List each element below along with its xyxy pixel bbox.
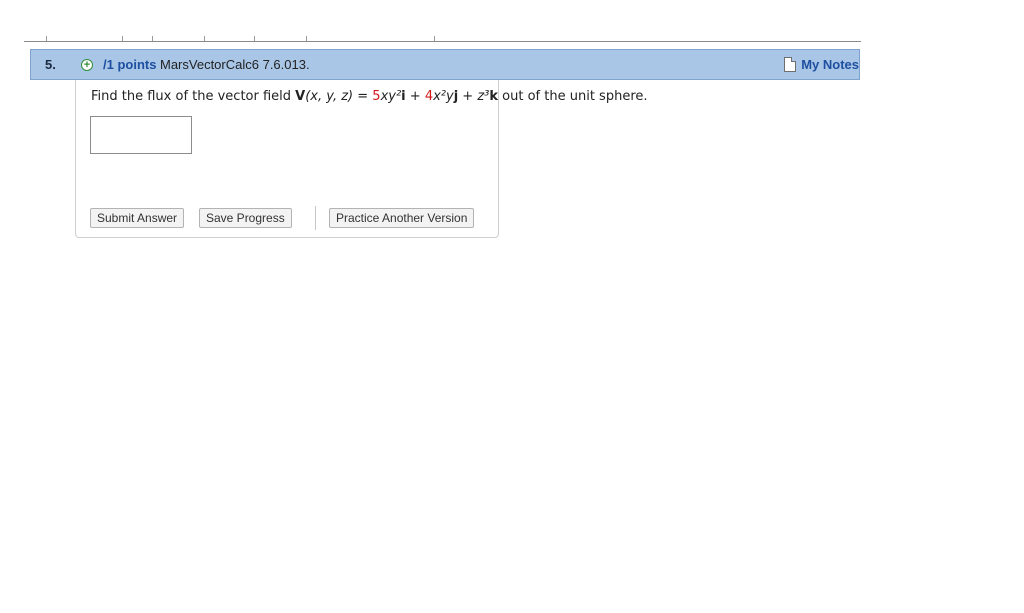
previous-question-bottom-rule [24,36,861,42]
my-notes-button[interactable]: My Notes [784,55,859,74]
button-divider [315,206,316,230]
question-points: /1 points [103,57,157,72]
plus-circle-icon[interactable]: + [81,59,93,71]
save-progress-button[interactable]: Save Progress [199,208,292,228]
answer-input[interactable] [90,116,192,154]
my-notes-label: My Notes [801,57,859,72]
practice-another-version-button[interactable]: Practice Another Version [329,208,475,228]
question-number: 5. [45,57,56,72]
submit-answer-button[interactable]: Submit Answer [90,208,185,228]
note-icon [784,57,797,72]
question-header: 5. + /1 points MarsVectorCalc6 7.6.013. … [30,49,860,80]
question-text: Find the flux of the vector field V(x, y… [91,89,648,104]
coefficient-1: 5 [372,89,381,104]
coefficient-2: 4 [424,89,434,104]
question-source: MarsVectorCalc6 7.6.013. [160,57,310,72]
